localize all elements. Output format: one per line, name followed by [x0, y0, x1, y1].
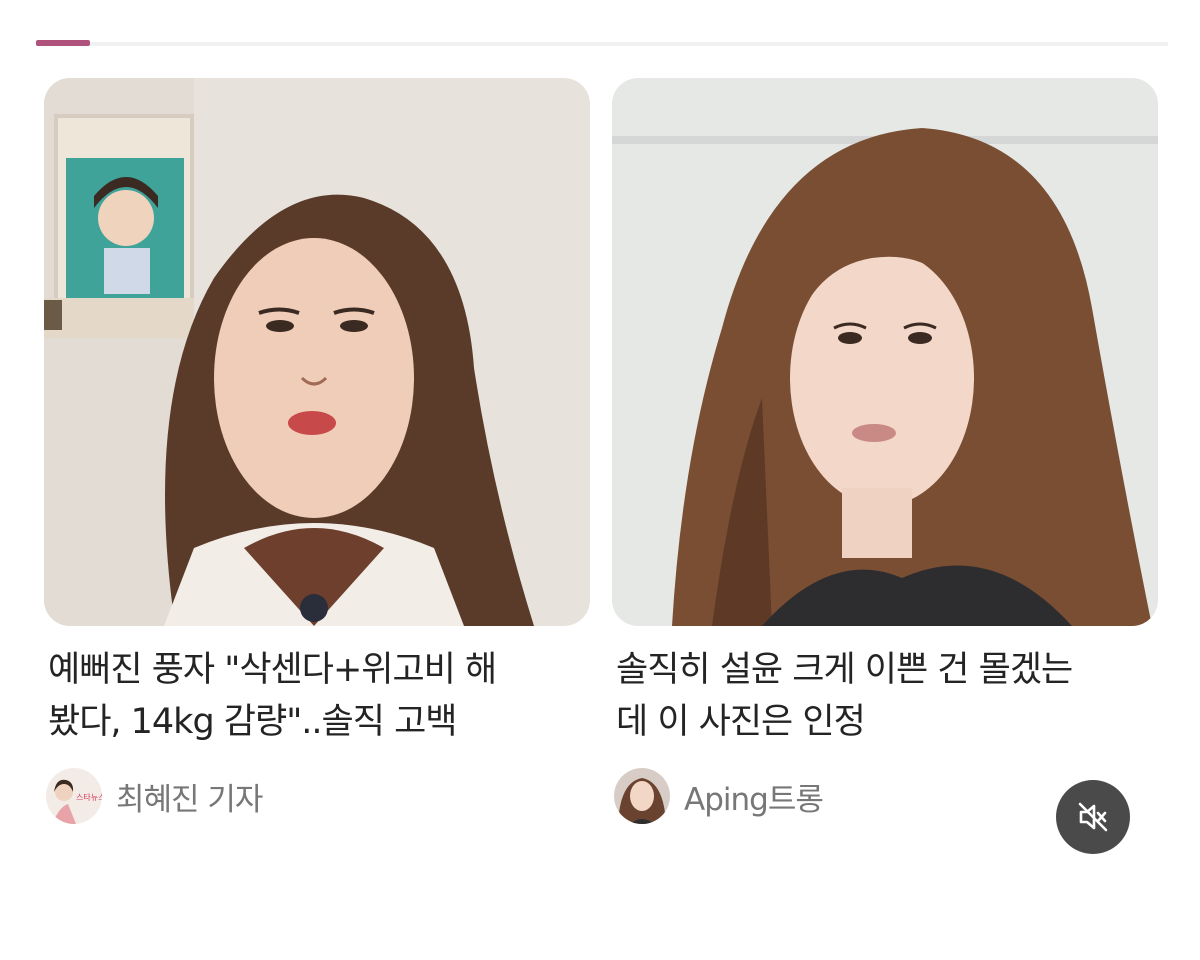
article-headline-1[interactable]: 예뻐진 풍자 "삭센다+위고비 해 봤다, 14kg 감량"..솔직 고백	[48, 644, 590, 748]
article-card-1[interactable]: 예뻐진 풍자 "삭센다+위고비 해 봤다, 14kg 감량"..솔직 고백 스타…	[44, 78, 590, 824]
article-headline-2[interactable]: 솔직히 설윤 크게 이쁜 건 몰겠는 데 이 사진은 인정	[616, 644, 1158, 748]
section-indicator	[36, 40, 90, 46]
article-card-2[interactable]: 솔직히 설윤 크게 이쁜 건 몰겠는 데 이 사진은 인정 Aping트롱	[612, 78, 1158, 824]
author-row-1[interactable]: 스타뉴스 최혜진 기자	[46, 768, 590, 824]
speaker-muted-icon	[1078, 802, 1108, 832]
avatar-logo-text: 스타뉴스	[76, 793, 102, 802]
author-name: 최혜진 기자	[116, 781, 263, 818]
headline-line: 봤다, 14kg 감량"..솔직 고백	[48, 702, 457, 742]
article-thumbnail-1[interactable]	[44, 78, 590, 626]
article-thumbnail-2[interactable]	[612, 78, 1158, 626]
mute-button[interactable]	[1056, 780, 1130, 854]
section-divider	[36, 42, 1168, 46]
headline-line: 솔직히 설윤 크게 이쁜 건 몰겠는	[616, 650, 1073, 690]
headline-line: 데 이 사진은 인정	[616, 702, 866, 742]
headline-line: 예뻐진 풍자 "삭센다+위고비 해	[48, 650, 497, 690]
avatar	[614, 768, 670, 824]
author-name: Aping트롱	[684, 781, 824, 818]
avatar: 스타뉴스	[46, 768, 102, 824]
